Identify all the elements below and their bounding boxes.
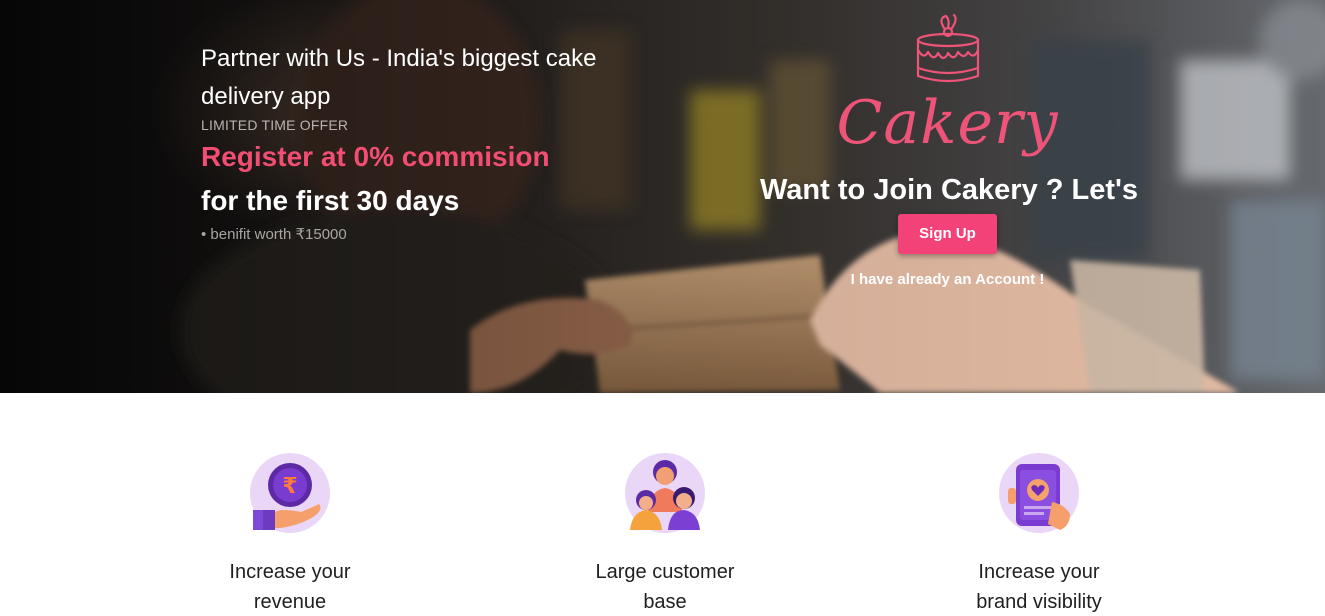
feature-visibility: Increase your brand visibility bbox=[929, 452, 1149, 616]
cake-icon bbox=[916, 13, 979, 83]
feature-customers: Large customer base bbox=[555, 452, 775, 616]
feature-title: Large customer base bbox=[595, 561, 735, 613]
feature-title: Increase your brand visibility bbox=[976, 561, 1102, 613]
brand-logo-text: Cakery bbox=[836, 88, 1059, 158]
feature-title: Increase your revenue bbox=[229, 561, 351, 613]
join-prompt: Want to Join Cakery ? Let's bbox=[760, 174, 1139, 206]
hero-banner: Partner with Us - India's biggest cake d… bbox=[0, 0, 1325, 393]
rupee-coin-hand-icon: ₹ bbox=[250, 453, 330, 533]
hero-headline: Partner with Us - India's biggest cake d… bbox=[201, 45, 597, 110]
hero-offer: Partner with Us - India's biggest cake d… bbox=[201, 40, 621, 243]
signup-button[interactable]: Sign Up bbox=[898, 214, 997, 254]
svg-text:₹: ₹ bbox=[282, 474, 297, 499]
offer-tag: LIMITED TIME OFFER bbox=[201, 117, 349, 133]
phone-heart-icon bbox=[999, 453, 1079, 533]
benefit-note: • benifit worth ₹15000 bbox=[201, 226, 347, 243]
feature-revenue: ₹ Increase your revenue bbox=[180, 452, 400, 616]
features-section: ₹ Increase your revenue Large customer b… bbox=[0, 393, 1325, 616]
offer-subline: for the first 30 days bbox=[201, 185, 460, 216]
login-link[interactable]: I have already an Account ! bbox=[760, 271, 1135, 288]
join-panel: Cakery Want to Join Cakery ? Let's Sign … bbox=[760, 10, 1139, 288]
offer-line: Register at 0% commision bbox=[201, 141, 550, 172]
customers-icon bbox=[625, 453, 705, 533]
